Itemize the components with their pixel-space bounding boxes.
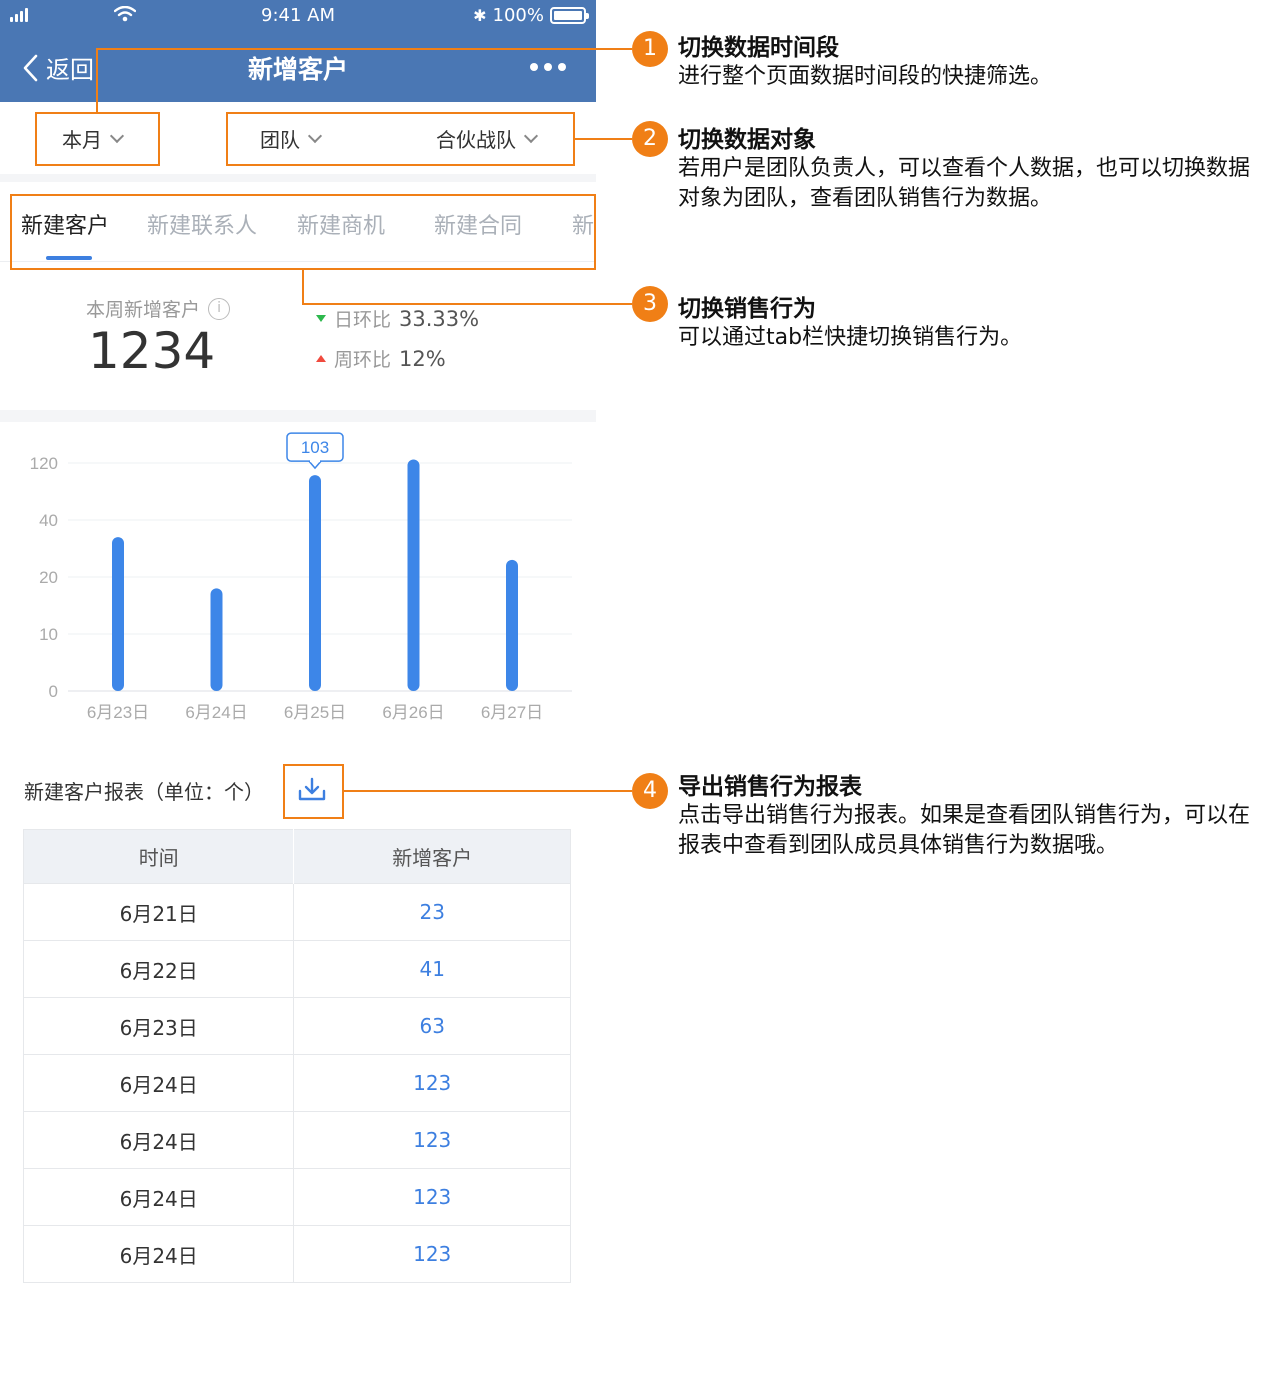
chevron-left-icon [23,54,38,81]
back-label: 返回 [46,56,94,84]
summary-label: 本周新增客户 [86,299,201,321]
cell-date: 6月24日 [23,1225,294,1283]
cell-date: 6月21日 [23,883,294,941]
annotation-title: 切换数据时间段 [678,35,839,61]
table-row: 6月24日 123 [23,1111,571,1169]
annotation-2: 切换数据对象 若用户是团队负责人，可以查看个人数据，也可以切换数据对象为团队，查… [678,126,1263,214]
back-button[interactable]: 返回 [22,50,94,85]
highlight-scope-filter [226,112,575,166]
summary-value: 1234 [88,322,216,380]
summary-label-row: 本周新增客户 i [86,295,231,322]
highlight-download [283,764,344,819]
bluetooth-icon: ✱ [473,6,487,25]
cell-count[interactable]: 123 [293,1054,571,1112]
day-compare-value: 33.33% [399,306,480,331]
bar-chart: 0 10 20 40 120 6月23日 6月24日 6月25日 103 6月26日 6月27日 [30,432,572,722]
cell-count[interactable]: 23 [293,883,571,941]
cell-count[interactable]: 63 [293,997,571,1055]
cell-date: 6月24日 [23,1054,294,1112]
y-tick-label: 20 [39,568,58,587]
annotation-3: 切换销售行为 可以通过tab栏快捷切换销售行为。 [678,295,1263,353]
annotation-1: 切换数据时间段 进行整个页面数据时间段的快捷筛选。 [678,34,1263,92]
highlight-tabs [10,194,596,270]
day-compare-label: 日环比 [334,309,392,331]
arrow-up-icon [316,355,326,362]
table-row: 6月23日 63 [23,997,571,1055]
more-icon[interactable] [530,63,566,71]
cell-date: 6月23日 [23,997,294,1055]
info-icon[interactable]: i [208,297,231,320]
x-tick-label: 6月24日 [185,703,247,722]
cell-count[interactable]: 41 [293,940,571,998]
data-label-pointer-mask [310,459,320,463]
table-header-row: 时间 新增客户 [23,829,571,884]
highlight-period-filter [35,112,160,166]
callout-badge-4: 4 [632,773,668,809]
annotation-title: 切换销售行为 [678,296,816,322]
x-tick-label: 6月27日 [481,703,543,722]
section-divider [0,174,596,182]
annotation-desc: 进行整个页面数据时间段的快捷筛选。 [678,64,1053,89]
table-row: 6月24日 123 [23,1225,571,1283]
week-compare: 周环比 12% [316,345,446,372]
annotation-title: 切换数据对象 [678,127,816,153]
annotation-desc: 点击导出销售行为报表。如果是查看团队销售行为，可以在报表中查看到团队成员具体销售… [678,803,1251,858]
data-label: 103 [301,438,329,457]
cell-date: 6月24日 [23,1168,294,1226]
week-compare-value: 12% [399,346,446,371]
y-tick-label: 0 [49,682,58,701]
cell-count[interactable]: 123 [293,1111,571,1169]
week-compare-label: 周环比 [334,349,392,371]
annotation-title: 导出销售行为报表 [678,774,862,800]
annotation-4: 导出销售行为报表 点击导出销售行为报表。如果是查看团队销售行为，可以在报表中查看… [678,773,1263,861]
cell-date: 6月22日 [23,940,294,998]
table-row: 6月24日 123 [23,1168,571,1226]
cell-count[interactable]: 123 [293,1168,571,1226]
column-header-new-customers: 新增客户 [293,829,571,884]
report-title: 新建客户报表（单位：个） [24,780,264,804]
status-bar: 9:41 AM ✱ 100% [0,0,596,34]
table-row: 6月22日 41 [23,940,571,998]
table-row: 6月24日 123 [23,1054,571,1112]
callout-badge-2: 2 [632,121,668,157]
x-tick-label: 6月26日 [382,703,444,722]
y-tick-label: 120 [30,454,58,473]
column-header-time: 时间 [23,829,294,884]
data-label-pointer [308,460,322,470]
section-divider [0,410,596,422]
battery-icon [550,7,589,24]
report-table: 时间 新增客户 6月21日 23 6月22日 41 6月23日 63 6月24日 123… [23,829,571,1283]
x-tick-label: 6月23日 [87,703,149,722]
nav-bar: 返回 新增客户 [0,34,596,102]
x-tick-label: 6月25日 [284,703,346,722]
annotation-desc: 可以通过tab栏快捷切换销售行为。 [678,325,1023,350]
battery-percent: 100% [492,5,544,26]
day-compare: 日环比 33.33% [316,305,479,332]
callout-badge-3: 3 [632,286,668,322]
callout-badge-1: 1 [632,31,668,67]
annotation-desc: 若用户是团队负责人，可以查看个人数据，也可以切换数据对象为团队，查看团队销售行为… [678,156,1251,211]
arrow-down-icon [316,315,326,322]
cell-count[interactable]: 123 [293,1225,571,1283]
y-tick-label: 10 [39,625,58,644]
table-row: 6月21日 23 [23,883,571,941]
cell-date: 6月24日 [23,1111,294,1169]
y-tick-label: 40 [39,511,58,530]
